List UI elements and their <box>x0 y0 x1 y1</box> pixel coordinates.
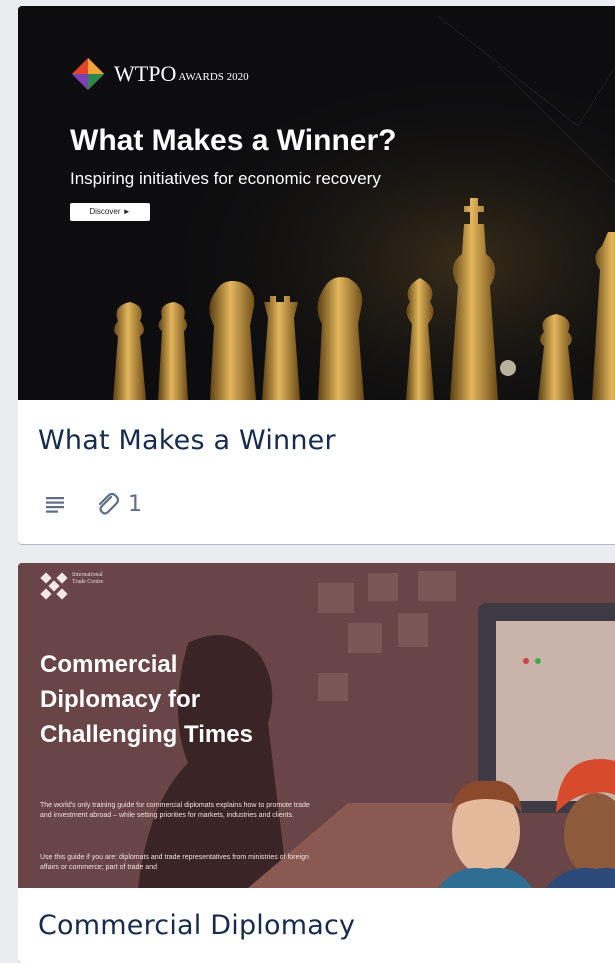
card-title[interactable]: Commercial Diplomacy <box>38 910 355 941</box>
wtpo-logo-text: WTPO <box>114 61 177 86</box>
itc-logo-text: International Trade Centre <box>72 572 104 585</box>
trello-card-commercial-diplomacy[interactable]: International Trade Centre Commercial Di… <box>18 563 615 963</box>
card-cover-image: International Trade Centre Commercial Di… <box>18 563 615 888</box>
attachment-icon <box>98 492 120 515</box>
itc-logo: International Trade Centre <box>40 572 112 600</box>
discover-button[interactable]: Discover ► <box>70 203 150 221</box>
cover-headline: What Makes a Winner? <box>70 124 397 157</box>
card-badges: 1 <box>44 484 142 524</box>
itc-logo-icon <box>40 572 68 600</box>
cover-paragraph-2: Use this guide if you are: diplomats and… <box>40 854 309 871</box>
wtpo-logo-icon <box>72 58 104 90</box>
attachment-count: 1 <box>128 491 142 517</box>
cover-paragraph-1: The world's only training guide for comm… <box>40 802 310 819</box>
wtpo-awards-logo: WTPO AWARDS 2020 <box>70 56 249 92</box>
card-title[interactable]: What Makes a Winner <box>38 425 336 456</box>
description-icon <box>46 497 64 513</box>
card-cover-image: WTPO AWARDS 2020 What Makes a Winner? In… <box>18 6 615 400</box>
cover-headline: Commercial Diplomacy for Challenging Tim… <box>40 651 253 748</box>
cover-subheadline: Inspiring initiatives for economic recov… <box>70 169 381 188</box>
wtpo-logo-suffix: AWARDS 2020 <box>178 71 249 83</box>
trello-card-what-makes-a-winner[interactable]: WTPO AWARDS 2020 What Makes a Winner? In… <box>18 6 615 544</box>
